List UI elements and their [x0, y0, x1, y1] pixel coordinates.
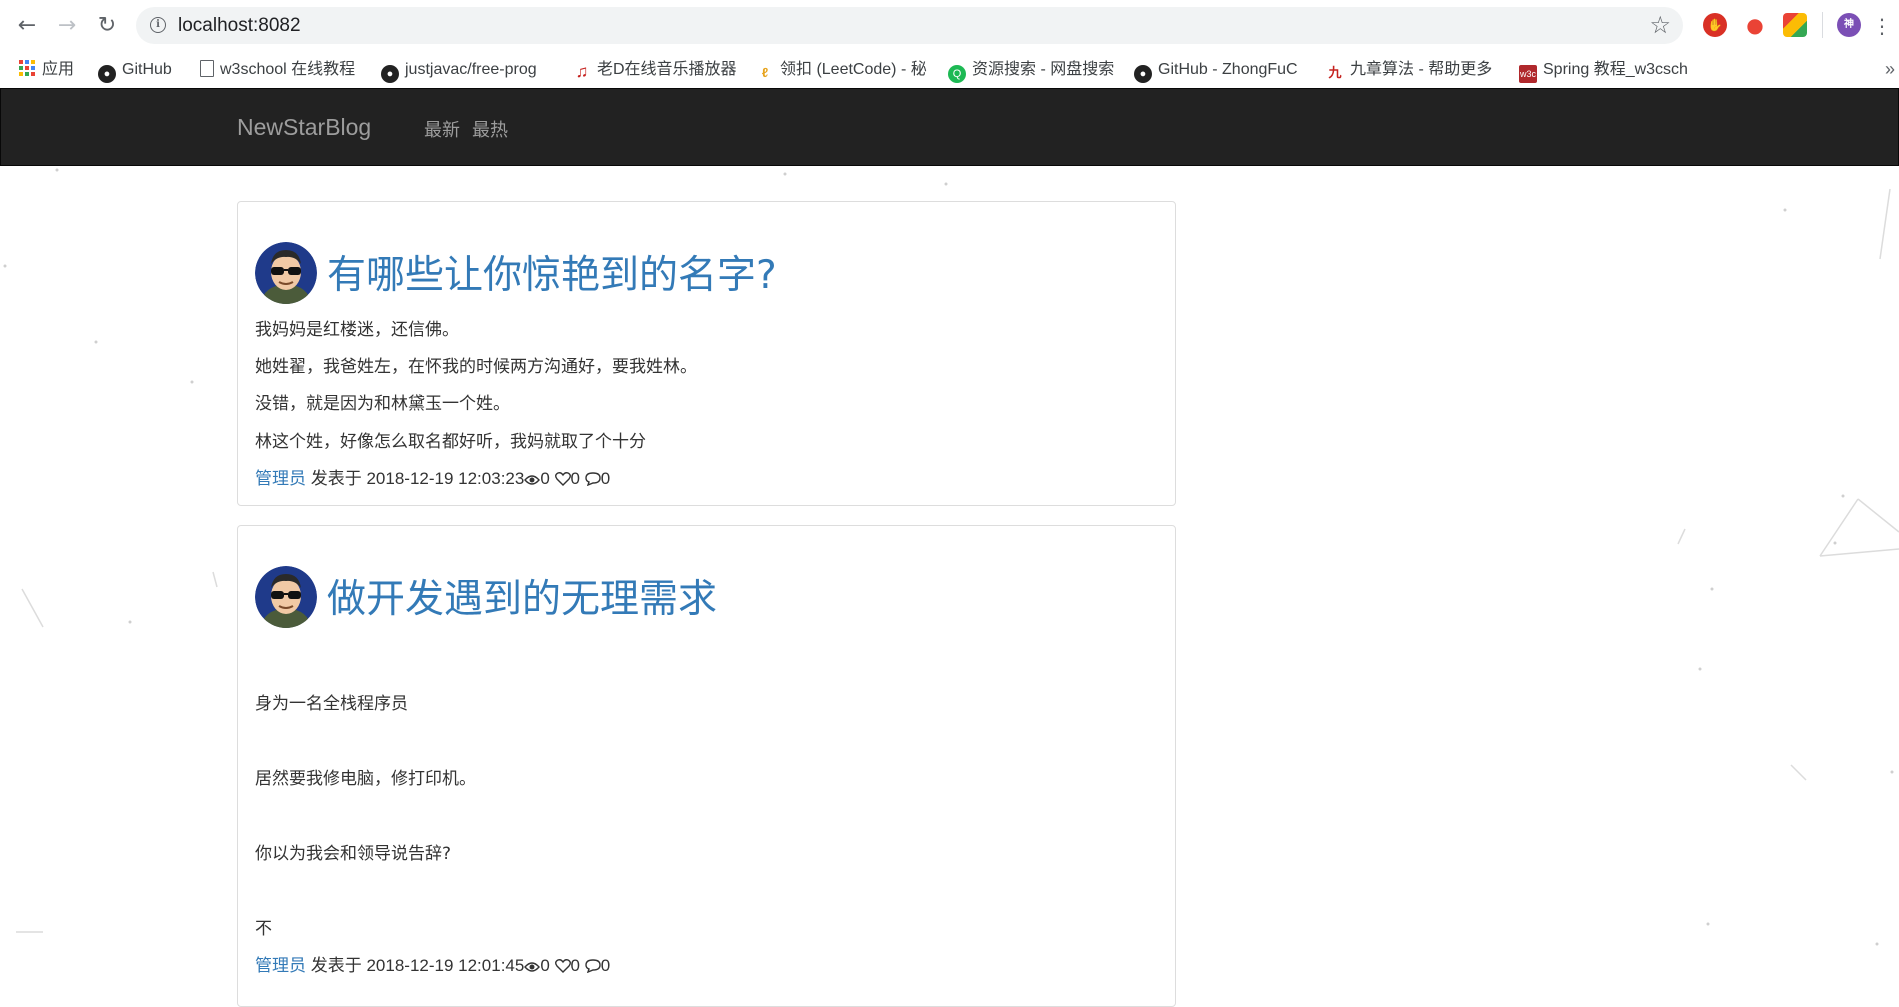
post-paragraph: 你以为我会和领导说告辞? — [255, 844, 452, 864]
post-paragraph: 居然要我修电脑，修打印机。 — [255, 769, 476, 789]
author-avatar[interactable] — [255, 242, 317, 304]
eye-icon — [524, 958, 541, 978]
bookmark-leetcode[interactable]: ℓ 领扣 (LeetCode) - 秘 — [756, 51, 928, 88]
bookmark-justjavac[interactable]: ● justjavac/free-prog — [381, 51, 553, 88]
author-link[interactable]: 管理员 — [255, 956, 306, 976]
browser-menu-icon[interactable]: ⋮ — [1870, 12, 1894, 40]
bookmark-label: justjavac/free-prog — [405, 61, 537, 78]
search-q-icon: Q — [948, 65, 966, 83]
site-brand[interactable]: NewStarBlog — [237, 114, 371, 141]
views-count: 0 — [540, 469, 550, 488]
bookmark-label: GitHub - ZhongFuC — [1158, 61, 1298, 78]
music-note-icon: ♫ — [575, 62, 589, 81]
bookmark-apps[interactable]: 应用 — [18, 51, 74, 88]
address-bar[interactable]: i localhost:8082 ☆ — [136, 7, 1683, 44]
post-paragraph: 没错，就是因为和林黛玉一个姓。 — [255, 394, 510, 414]
bookmark-label: 九章算法 - 帮助更多 — [1350, 61, 1493, 78]
comments-count: 0 — [600, 469, 611, 488]
bookmark-w3school[interactable]: w3school 在线教程 — [200, 51, 355, 88]
post-paragraph: 她姓翟，我爸姓左，在怀我的时候两方沟通好，要我姓林。 — [255, 357, 697, 377]
comments-count: 0 — [600, 956, 611, 975]
profile-avatar-icon[interactable]: 神 — [1837, 13, 1861, 37]
post-title[interactable]: 做开发遇到的无理需求 — [327, 568, 717, 624]
toolbar-divider — [1822, 12, 1823, 38]
eye-icon — [524, 471, 541, 491]
post-meta: 管理员 发表于 2018-12-19 12:01:45 0 0 0 — [255, 951, 610, 978]
bookmark-label: 老D在线音乐播放器 — [597, 61, 737, 78]
forward-arrow-icon[interactable]: → — [52, 12, 82, 40]
browser-toolbar: ← → ↻ i localhost:8082 ☆ ✋ ● 神 ⋮ — [0, 0, 1899, 51]
w3c-icon: w3c — [1519, 65, 1537, 83]
address-url[interactable]: localhost:8082 — [178, 15, 301, 37]
github-icon: ● — [98, 65, 116, 83]
bookmark-jiuzhang[interactable]: 九九章算法 - 帮助更多 — [1326, 51, 1498, 88]
bookmark-label: GitHub — [122, 61, 172, 78]
shield-extension-icon[interactable]: ✋ — [1703, 13, 1727, 37]
post-card: 有哪些让你惊艳到的名字? 我妈妈是红楼迷，还信佛。 她姓翟，我爸姓左，在怀我的时… — [237, 201, 1176, 506]
post-paragraph: 不 — [255, 919, 272, 939]
heart-icon[interactable] — [554, 958, 571, 978]
bookmark-label: 应用 — [42, 61, 75, 78]
views-count: 0 — [540, 956, 550, 975]
nav-latest[interactable]: 最新 — [424, 116, 460, 142]
comment-icon[interactable] — [585, 958, 601, 978]
likes-count: 0 — [570, 956, 580, 975]
post-paragraph: 林这个姓，好像怎么取名都好听，我妈就取了个十分 — [255, 432, 646, 452]
published-label: 发表于 — [310, 469, 362, 488]
location-extension-icon[interactable]: ● — [1743, 13, 1767, 37]
bookmark-music-player[interactable]: ♫ 老D在线音乐播放器 — [573, 51, 737, 88]
bookmark-github[interactable]: ● GitHub — [98, 51, 172, 88]
bookmark-star-icon[interactable]: ☆ — [1649, 11, 1671, 39]
published-label: 发表于 — [310, 956, 362, 975]
bookmark-label: 资源搜索 - 网盘搜索 — [972, 61, 1115, 78]
comment-icon[interactable] — [585, 471, 601, 491]
post-title[interactable]: 有哪些让你惊艳到的名字? — [327, 244, 777, 300]
author-link[interactable]: 管理员 — [255, 469, 306, 489]
apps-grid-icon — [18, 59, 36, 77]
back-arrow-icon[interactable]: ← — [12, 12, 42, 40]
post-paragraph: 身为一名全栈程序员 — [255, 694, 408, 714]
bookmark-resource-search[interactable]: Q 资源搜索 - 网盘搜索 — [948, 51, 1114, 88]
reload-icon[interactable]: ↻ — [92, 12, 122, 40]
bookmark-spring-tutorial[interactable]: w3c Spring 教程_w3csch — [1519, 51, 1691, 88]
page-icon — [200, 60, 214, 77]
site-navbar: NewStarBlog 最新 最热 — [0, 88, 1899, 166]
drive-extension-icon[interactable] — [1783, 13, 1807, 37]
post-paragraph: 我妈妈是红楼迷，还信佛。 — [255, 320, 459, 340]
bookmarks-bar: 应用 ● GitHub w3school 在线教程 ● justjavac/free… — [0, 51, 1899, 88]
heart-icon[interactable] — [554, 471, 571, 491]
bookmark-label: w3school 在线教程 — [220, 61, 356, 78]
post-card: 做开发遇到的无理需求 身为一名全栈程序员 居然要我修电脑，修打印机。 你以为我会… — [237, 525, 1176, 1007]
likes-count: 0 — [570, 469, 580, 488]
jiuzhang-icon: 九 — [1328, 65, 1342, 80]
bookmarks-overflow-icon[interactable]: » — [1885, 51, 1895, 88]
github-icon: ● — [381, 65, 399, 83]
post-date: 2018-12-19 12:03:23 — [366, 469, 525, 488]
author-avatar[interactable] — [255, 566, 317, 628]
nav-hottest[interactable]: 最热 — [472, 116, 508, 142]
bookmark-label: 领扣 (LeetCode) - 秘 — [780, 61, 927, 78]
post-date: 2018-12-19 12:01:45 — [366, 956, 525, 975]
bookmark-github-zhongfu[interactable]: ● GitHub - ZhongFuC — [1134, 51, 1306, 88]
post-meta: 管理员 发表于 2018-12-19 12:03:23 0 0 0 — [255, 464, 610, 491]
github-icon: ● — [1134, 65, 1152, 83]
info-icon[interactable]: i — [150, 17, 166, 33]
leetcode-icon: ℓ — [761, 65, 769, 80]
bookmark-label: Spring 教程_w3csch — [1543, 61, 1688, 78]
